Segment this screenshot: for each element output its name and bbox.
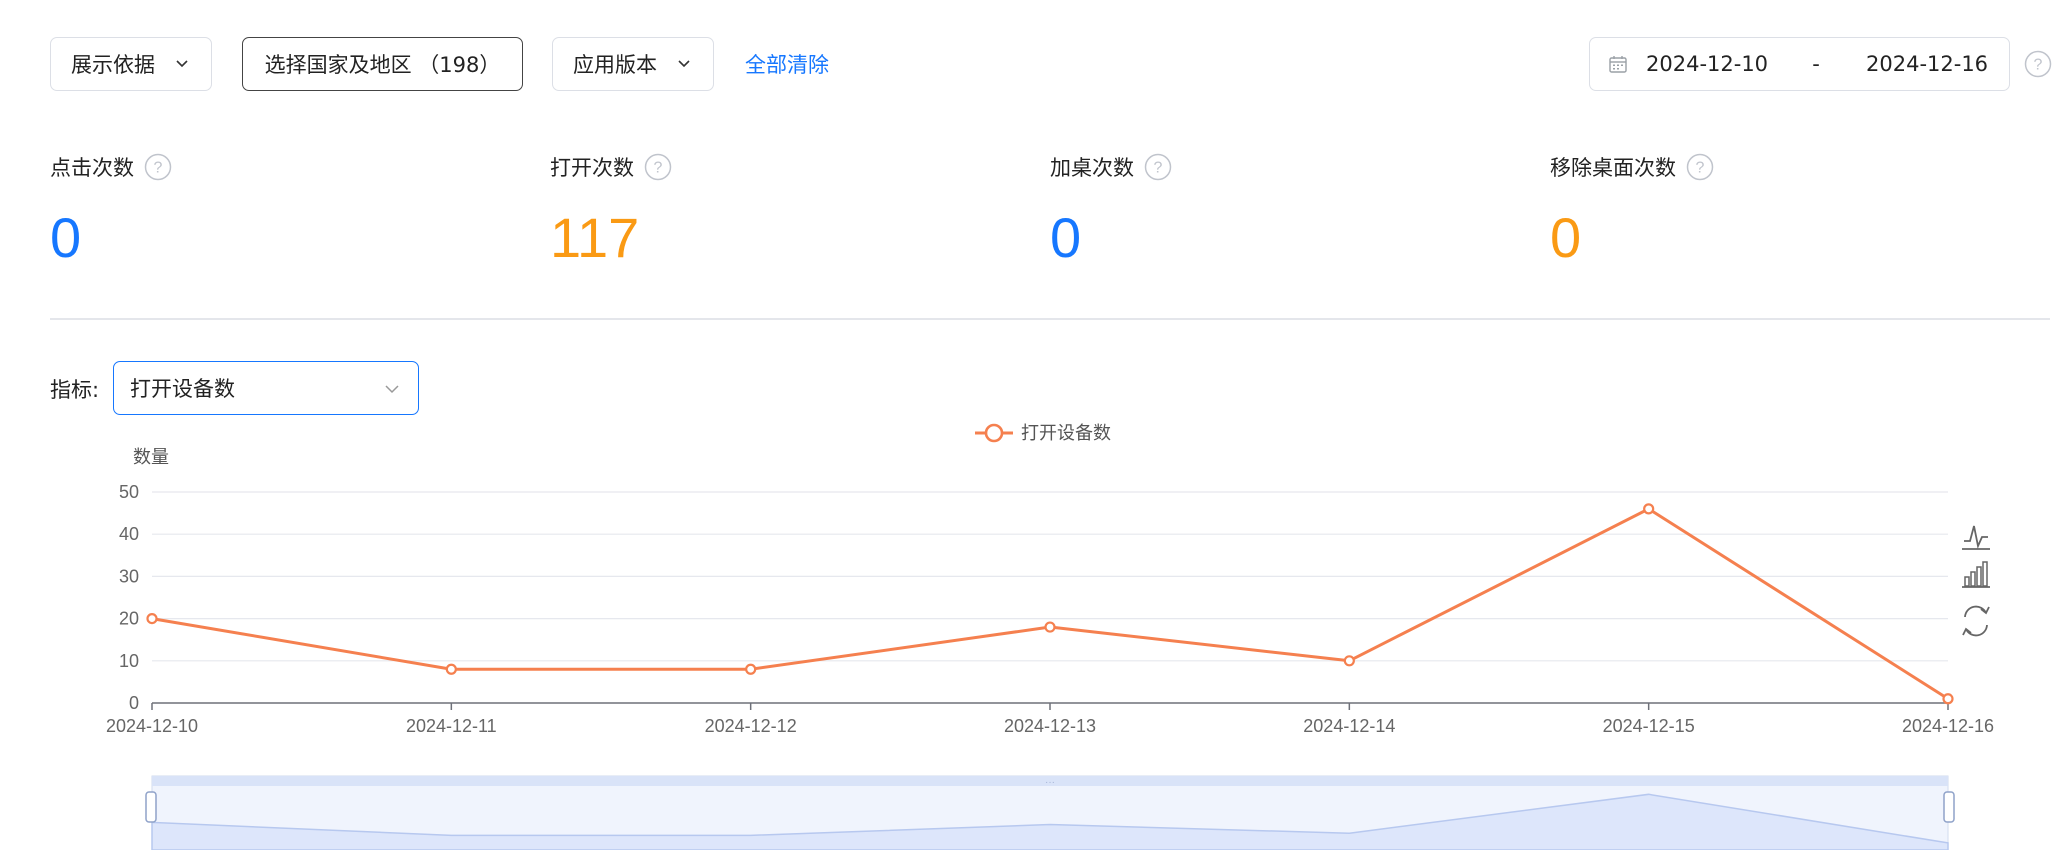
region-select-button[interactable]: 选择国家及地区 （198） [242, 37, 523, 91]
data-point[interactable] [445, 663, 457, 675]
section-divider [50, 318, 2050, 320]
metric-card-add-to-desktop: 加桌次数 ? 0 [1050, 150, 1172, 266]
metric-label: 打开次数 [550, 156, 634, 180]
x-tick-label: 2024-12-12 [705, 716, 797, 736]
display-basis-label: 展示依据 [71, 53, 155, 77]
line-chart-glyph [1964, 525, 1988, 549]
y-tick-label: 40 [119, 524, 139, 544]
svg-text:?: ? [2034, 57, 2043, 74]
bar-chart-glyph [1982, 561, 1988, 587]
indicator-selected-value: 打开设备数 [130, 377, 235, 401]
metric-header: 打开次数 ? [550, 150, 672, 184]
data-point[interactable] [1942, 693, 1954, 705]
metric-header: 加桌次数 ? [1050, 150, 1172, 184]
data-point[interactable] [1643, 503, 1655, 515]
help-icon[interactable]: ? [2024, 50, 2052, 78]
svg-text:?: ? [1696, 160, 1705, 177]
y-tick-label: 10 [119, 651, 139, 671]
zoom-move-handle-bar[interactable] [152, 776, 1948, 786]
legend-circle-marker [984, 423, 1004, 443]
x-tick-label: 2024-12-15 [1603, 716, 1695, 736]
x-tick-label: 2024-12-16 [1902, 716, 1994, 736]
data-point[interactable] [1343, 655, 1355, 667]
line-chart-icon[interactable] [1962, 525, 1990, 550]
svg-text:?: ? [154, 160, 163, 177]
bar-chart-glyph [1976, 566, 1982, 587]
x-tick-label: 2024-12-10 [106, 716, 198, 736]
axes: 0 10 20 30 40 50 数量 2024-12-10 2024-12-11 2024-12… [106, 447, 1994, 736]
metric-card-remove-from-desktop: 移除桌面次数 ? 0 [1550, 150, 1714, 266]
zoom-grip: ··· [1045, 777, 1055, 788]
zoom-handle-right[interactable] [1943, 791, 1955, 823]
chart-toolbox[interactable] [1962, 525, 1990, 637]
svg-text:?: ? [654, 160, 663, 177]
restore-icon[interactable] [1962, 605, 1990, 637]
series [146, 503, 1954, 705]
help-icon[interactable]: ? [644, 153, 672, 181]
svg-text:?: ? [1154, 160, 1163, 177]
metric-label: 移除桌面次数 [1550, 156, 1676, 180]
line-chart: 0 10 20 30 40 50 数量 2024-12-10 2024-12-11 2024-12… [106, 423, 1994, 850]
chevron-down-icon [678, 60, 690, 68]
y-axis-label: 数量 [133, 447, 169, 468]
grid-lines [152, 491, 1948, 662]
data-zoom-slider[interactable]: ··· [145, 775, 1955, 850]
metric-value: 0 [50, 206, 82, 269]
chevron-down-icon [385, 385, 399, 394]
x-tick-label: 2024-12-14 [1303, 716, 1395, 736]
help-icon[interactable]: ? [1686, 153, 1714, 181]
y-tick-label: 30 [119, 566, 139, 586]
zoom-preview-area [151, 793, 1949, 850]
help-icon[interactable]: ? [1144, 153, 1172, 181]
metric-label: 加桌次数 [1050, 156, 1134, 180]
metric-card-opens: 打开次数 ? 117 [550, 150, 672, 266]
chevron-down-icon [176, 60, 188, 68]
start-date-input[interactable]: 2024-12-10 [1646, 52, 1786, 76]
data-point[interactable] [745, 663, 757, 675]
date-range-picker[interactable]: 2024-12-10 - 2024-12-16 [1589, 37, 2010, 91]
zoom-handle-left[interactable] [145, 791, 157, 823]
bar-chart-icon[interactable] [1962, 561, 1990, 588]
metric-header: 移除桌面次数 ? [1550, 150, 1714, 184]
end-date-input[interactable]: 2024-12-16 [1866, 52, 2006, 76]
legend-label: 打开设备数 [1021, 423, 1111, 444]
data-point[interactable] [1044, 621, 1056, 633]
zoom-track[interactable] [151, 775, 1949, 850]
bar-chart-glyph [1970, 571, 1976, 587]
date-separator: - [1812, 52, 1820, 76]
bar-chart-glyph [1964, 576, 1970, 587]
legend[interactable]: 打开设备数 [975, 423, 1111, 444]
metric-value: 0 [1550, 206, 1582, 269]
series-line [151, 507, 1949, 701]
metric-header: 点击次数 ? [50, 150, 172, 184]
y-tick-label: 20 [119, 609, 139, 629]
metric-card-clicks: 点击次数 ? 0 [50, 150, 172, 266]
y-tick-label: 50 [119, 482, 139, 502]
clear-all-link[interactable]: 全部清除 [745, 49, 829, 79]
help-icon[interactable]: ? [144, 153, 172, 181]
data-point[interactable] [146, 612, 158, 625]
indicator-select[interactable]: 打开设备数 [113, 361, 419, 415]
y-tick-label: 0 [129, 693, 139, 713]
calendar-icon [1609, 56, 1627, 73]
metric-value: 117 [550, 206, 640, 269]
x-tick-label: 2024-12-11 [406, 716, 497, 736]
restore-arc-bottom [1965, 624, 1988, 637]
metric-value: 0 [1050, 206, 1082, 269]
app-version-dropdown[interactable]: 应用版本 [552, 37, 714, 91]
restore-arc-top [1964, 605, 1987, 618]
region-select-label: 选择国家及地区 （198） [264, 53, 501, 77]
display-basis-dropdown[interactable]: 展示依据 [50, 37, 212, 91]
x-tick-label: 2024-12-13 [1004, 716, 1096, 736]
app-version-label: 应用版本 [573, 53, 657, 77]
indicator-label: 指标: [50, 378, 100, 402]
metric-label: 点击次数 [50, 156, 134, 180]
